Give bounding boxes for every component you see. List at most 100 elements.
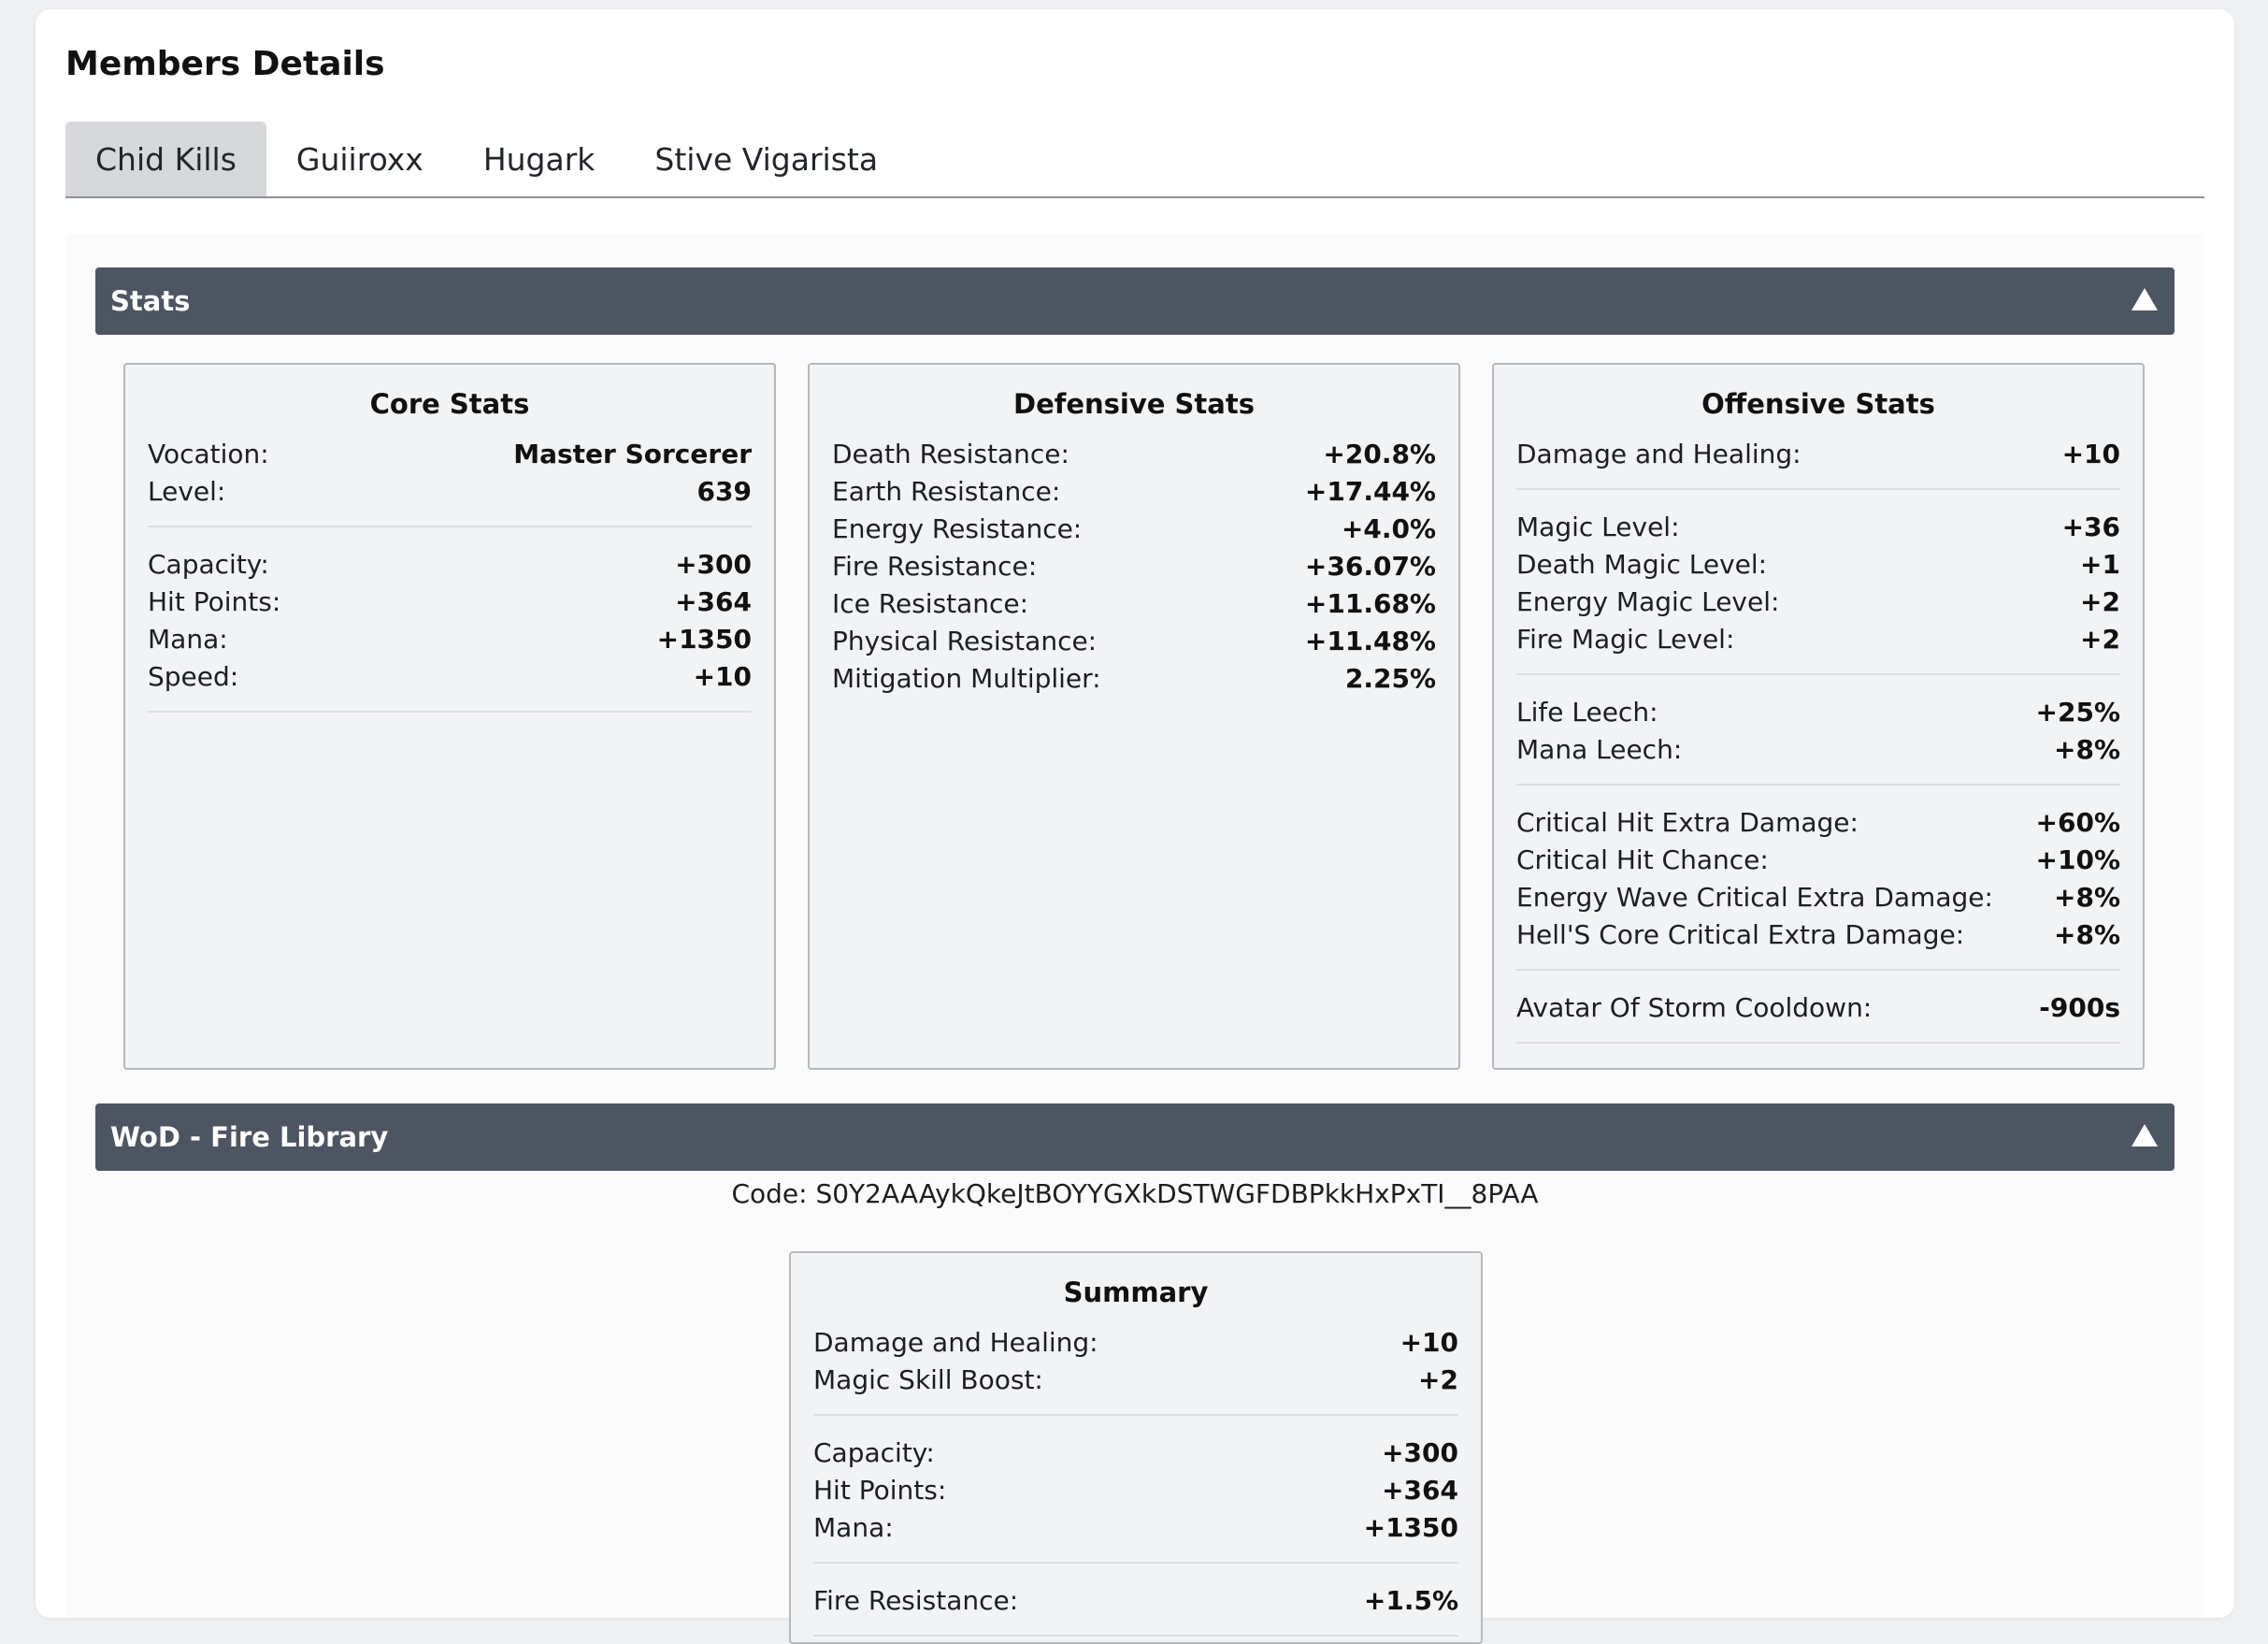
stat-label: Physical Resistance: xyxy=(832,626,1098,656)
stat-label: Fire Resistance: xyxy=(813,1585,1019,1616)
stat-row: Mana Leech: +8% xyxy=(1516,731,2120,769)
stat-label: Hit Points: xyxy=(148,586,281,617)
stat-label: Death Resistance: xyxy=(832,439,1069,469)
member-content: Stats Core Stats Vocation: Master Sorcere… xyxy=(65,234,2204,1644)
page-title: Members Details xyxy=(65,45,385,83)
wod-section-header[interactable]: WoD - Fire Library xyxy=(95,1103,2175,1171)
stat-value: +8% xyxy=(2054,919,2120,950)
stat-value: +20.8% xyxy=(1323,439,1436,469)
stat-row: Mana: +1350 xyxy=(148,621,752,658)
stat-row: Hell'S Core Critical Extra Damage: +8% xyxy=(1516,916,2120,954)
stat-label: Earth Resistance: xyxy=(832,476,1061,507)
stat-row: Energy Magic Level: +2 xyxy=(1516,584,2120,621)
stat-label: Ice Resistance: xyxy=(832,588,1029,619)
stat-row: Capacity: +300 xyxy=(813,1435,1458,1472)
stat-label: Fire Magic Level: xyxy=(1516,624,1735,655)
stat-row: Fire Resistance: +1.5% xyxy=(813,1582,1458,1620)
stat-row: Critical Hit Chance: +10% xyxy=(1516,842,2120,879)
stat-row: Damage and Healing: +10 xyxy=(813,1324,1458,1362)
stat-row: Fire Resistance: +36.07% xyxy=(832,548,1436,585)
stats-section-header[interactable]: Stats xyxy=(95,267,2175,335)
stat-value: +300 xyxy=(675,549,752,580)
stat-value: +11.68% xyxy=(1304,588,1436,619)
stat-label: Mana: xyxy=(813,1512,894,1543)
stat-groups: Death Resistance: +20.8% Earth Resistance:… xyxy=(832,436,1436,713)
stat-label: Critical Hit Extra Damage: xyxy=(1516,807,1859,838)
stat-label: Critical Hit Chance: xyxy=(1516,844,1769,875)
stat-label: Hell'S Core Critical Extra Damage: xyxy=(1516,919,1965,950)
stat-value: +25% xyxy=(2035,697,2120,728)
stat-label: Mana Leech: xyxy=(1516,734,1683,765)
stat-value: +17.44% xyxy=(1304,476,1436,507)
stat-label: Damage and Healing: xyxy=(1516,439,1801,469)
stat-value: +1350 xyxy=(656,624,752,655)
tab-guiiroxx[interactable]: Guiiroxx xyxy=(266,122,453,196)
stat-label: Death Magic Level: xyxy=(1516,549,1768,580)
stat-row: Ice Resistance: +11.68% xyxy=(832,585,1436,623)
stat-row: Vocation: Master Sorcerer xyxy=(148,436,752,473)
wod-code: Code: S0Y2AAAykQkeJtBOYYGXkDSTWGFDBPkkHx… xyxy=(731,1178,1539,1209)
stat-value: +1.5% xyxy=(1363,1585,1458,1616)
stat-row: Avatar Of Storm Cooldown: -900s xyxy=(1516,989,2120,1027)
stat-row: Hit Points: +364 xyxy=(813,1472,1458,1509)
stat-group: Avatar Of Storm Cooldown: -900s xyxy=(1516,989,2120,1044)
stat-value: +10 xyxy=(2061,439,2120,469)
stat-value: -900s xyxy=(2039,992,2120,1023)
box-title: Core Stats xyxy=(369,388,530,420)
stat-groups: Damage and Healing: +10 Magic Level: +36 Dea… xyxy=(1516,436,2120,1044)
stat-row: Energy Resistance: +4.0% xyxy=(832,511,1436,548)
offensive-stats-box: Offensive Stats Damage and Healing: +10 Ma… xyxy=(1492,363,2145,1070)
stat-label: Energy Magic Level: xyxy=(1516,586,1780,617)
section-title: Stats xyxy=(110,285,191,317)
stat-value: +300 xyxy=(1382,1437,1458,1468)
stat-label: Damage and Healing: xyxy=(813,1327,1098,1358)
stat-row: Magic Skill Boost: +2 xyxy=(813,1362,1458,1399)
stat-label: Speed: xyxy=(148,661,239,692)
stat-row: Mana: +1350 xyxy=(813,1509,1458,1547)
stat-group: Capacity: +300 Hit Points: +364 Mana: +1350 Sp… xyxy=(148,546,752,713)
stat-value: Master Sorcerer xyxy=(513,439,752,469)
stat-row: Energy Wave Critical Extra Damage: +8% xyxy=(1516,879,2120,916)
caret-up-icon[interactable] xyxy=(2132,1124,2158,1146)
stat-row: Mitigation Multiplier: 2.25% xyxy=(832,660,1436,698)
stat-label: Energy Wave Critical Extra Damage: xyxy=(1516,882,1993,913)
stat-value: +60% xyxy=(2035,807,2120,838)
stat-value: 2.25% xyxy=(1344,663,1436,694)
stat-row: Capacity: +300 xyxy=(148,546,752,584)
caret-up-icon[interactable] xyxy=(2132,288,2158,310)
stat-group: Damage and Healing: +10 Magic Skill Boost:… xyxy=(813,1324,1458,1416)
summary-box: Summary Damage and Healing: +10 Magic Skil… xyxy=(789,1251,1483,1644)
stat-group: Death Resistance: +20.8% Earth Resistance:… xyxy=(832,436,1436,713)
box-title: Summary xyxy=(1063,1276,1209,1308)
stat-value: +364 xyxy=(675,586,752,617)
stat-label: Capacity: xyxy=(813,1437,935,1468)
stat-group: Vocation: Master Sorcerer Level: 639 xyxy=(148,436,752,527)
stat-row: Magic Level: +36 xyxy=(1516,509,2120,546)
member-tabs: Chid Kills Guiiroxx Hugark Stive Vigaris… xyxy=(65,122,2204,198)
stat-row: Physical Resistance: +11.48% xyxy=(832,623,1436,660)
stat-value: +10% xyxy=(2035,844,2120,875)
stat-value: +36.07% xyxy=(1304,551,1436,582)
stat-row: Critical Hit Extra Damage: +60% xyxy=(1516,804,2120,842)
stat-label: Life Leech: xyxy=(1516,697,1658,728)
stat-value: +10 xyxy=(693,661,752,692)
stat-label: Mana: xyxy=(148,624,228,655)
box-title: Defensive Stats xyxy=(1013,388,1255,420)
stat-row: Life Leech: +25% xyxy=(1516,694,2120,731)
box-title: Offensive Stats xyxy=(1701,388,1935,420)
stat-label: Energy Resistance: xyxy=(832,513,1083,544)
stat-groups: Vocation: Master Sorcerer Level: 639 Capacit… xyxy=(148,436,752,713)
tab-stive-vigarista[interactable]: Stive Vigarista xyxy=(624,122,908,196)
stat-label: Vocation: xyxy=(148,439,269,469)
stat-value: +36 xyxy=(2061,512,2120,542)
stat-row: Death Resistance: +20.8% xyxy=(832,436,1436,473)
stat-label: Capacity: xyxy=(148,549,269,580)
tab-hugark[interactable]: Hugark xyxy=(453,122,625,196)
stat-value: +8% xyxy=(2054,882,2120,913)
stat-row: Hit Points: +364 xyxy=(148,584,752,621)
stat-value: +2 xyxy=(2080,586,2120,617)
section-title: WoD - Fire Library xyxy=(110,1121,389,1153)
stat-group: Capacity: +300 Hit Points: +364 Mana: +1350 xyxy=(813,1435,1458,1564)
stat-label: Magic Level: xyxy=(1516,512,1680,542)
tab-chid-kills[interactable]: Chid Kills xyxy=(65,122,266,196)
